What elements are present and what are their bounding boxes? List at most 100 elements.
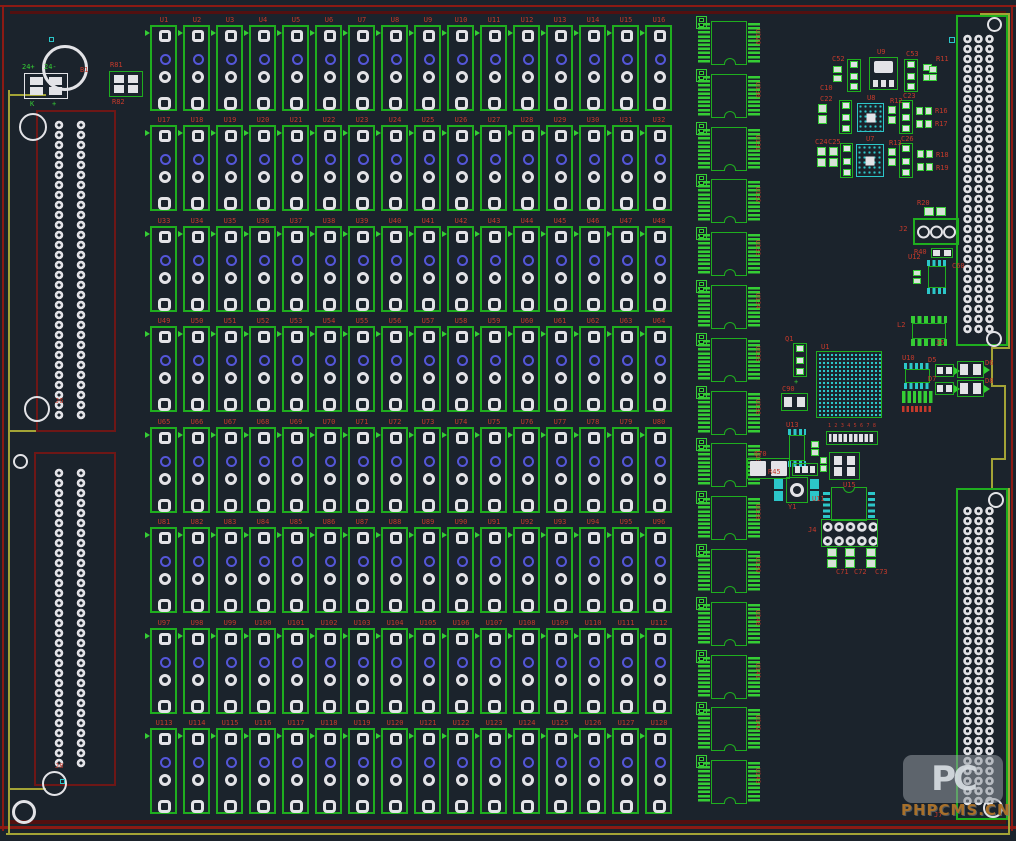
connector-footprint[interactable]: [24, 73, 68, 99]
relay-footprint[interactable]: U59: [480, 326, 507, 412]
relay-footprint[interactable]: U55: [348, 326, 375, 412]
relay-footprint[interactable]: U113: [150, 728, 177, 814]
relay-footprint[interactable]: U32: [645, 125, 672, 211]
relay-footprint[interactable]: U8: [381, 25, 408, 111]
relay-footprint[interactable]: U14: [579, 25, 606, 111]
relay-footprint[interactable]: U54: [315, 326, 342, 412]
relay-footprint[interactable]: U36: [249, 226, 276, 312]
capacitor-footprint[interactable]: [929, 66, 937, 81]
relay-footprint[interactable]: U80: [645, 427, 672, 513]
relay-footprint[interactable]: U109: [546, 628, 573, 714]
transistor-footprint[interactable]: [899, 100, 913, 134]
capacitor-footprint[interactable]: [829, 147, 838, 167]
relay-footprint[interactable]: U31: [612, 125, 639, 211]
relay-footprint[interactable]: U123: [480, 728, 507, 814]
relay-footprint[interactable]: U127: [612, 728, 639, 814]
relay-footprint[interactable]: U119: [348, 728, 375, 814]
soic-ic-footprint[interactable]: U141: [698, 655, 764, 700]
relay-footprint[interactable]: U100: [249, 628, 276, 714]
relay-footprint[interactable]: U45: [546, 226, 573, 312]
relay-footprint[interactable]: U62: [579, 326, 606, 412]
relay-footprint[interactable]: U15: [612, 25, 639, 111]
soic-ic-footprint[interactable]: U131: [698, 127, 764, 172]
pcb-layout-canvas[interactable]: U1U2U3U4U5U6U7U8U9U10U11U12U13U14U15U16U…: [0, 0, 1016, 841]
relay-footprint[interactable]: U91: [480, 527, 507, 613]
soic-ic-footprint[interactable]: U140: [698, 602, 764, 647]
transistor-footprint[interactable]: [904, 59, 918, 92]
relay-footprint[interactable]: U71: [348, 427, 375, 513]
relay-footprint[interactable]: U78: [579, 427, 606, 513]
pin-header-footprint[interactable]: [826, 431, 878, 445]
relay-footprint[interactable]: U44: [513, 226, 540, 312]
soic-ic-footprint[interactable]: [831, 487, 867, 521]
relay-footprint[interactable]: U41: [414, 226, 441, 312]
relay-footprint[interactable]: U22: [315, 125, 342, 211]
relay-footprint[interactable]: U104: [381, 628, 408, 714]
soic-ic-footprint[interactable]: U130: [698, 74, 764, 119]
capacitor-footprint[interactable]: [696, 333, 707, 346]
transistor-footprint[interactable]: [840, 143, 853, 178]
capacitor-footprint[interactable]: [845, 548, 855, 568]
relay-footprint[interactable]: U121: [414, 728, 441, 814]
relay-footprint[interactable]: U53: [282, 326, 309, 412]
capacitor-footprint[interactable]: [827, 548, 837, 568]
resistor-footprint[interactable]: [917, 150, 933, 158]
relay-footprint[interactable]: U11: [480, 25, 507, 111]
relay-footprint[interactable]: U23: [348, 125, 375, 211]
relay-footprint[interactable]: U58: [447, 326, 474, 412]
relay-footprint[interactable]: U29: [546, 125, 573, 211]
capacitor-footprint[interactable]: [696, 702, 707, 715]
soic-ic-footprint[interactable]: U133: [698, 232, 764, 277]
relay-footprint[interactable]: U43: [480, 226, 507, 312]
relay-footprint[interactable]: U88: [381, 527, 408, 613]
capacitor-footprint[interactable]: [866, 548, 876, 568]
diode-footprint[interactable]: [957, 380, 984, 397]
transistor-footprint[interactable]: [793, 343, 807, 377]
resistor-footprint[interactable]: [924, 207, 946, 216]
relay-footprint[interactable]: U93: [546, 527, 573, 613]
relay-footprint[interactable]: U7: [348, 25, 375, 111]
relay-footprint[interactable]: U96: [645, 527, 672, 613]
diode-footprint[interactable]: [935, 364, 954, 377]
relay-footprint[interactable]: U33: [150, 226, 177, 312]
relay-footprint[interactable]: U86: [315, 527, 342, 613]
relay-footprint[interactable]: U120: [381, 728, 408, 814]
relay-footprint[interactable]: U52: [249, 326, 276, 412]
transistor-footprint[interactable]: [839, 100, 852, 134]
capacitor-footprint[interactable]: [696, 650, 707, 663]
relay-footprint[interactable]: U112: [645, 628, 672, 714]
relay-footprint[interactable]: U126: [579, 728, 606, 814]
relay-footprint[interactable]: U61: [546, 326, 573, 412]
relay-footprint[interactable]: U76: [513, 427, 540, 513]
qfn-ic-footprint[interactable]: [856, 144, 884, 177]
relay-footprint[interactable]: U27: [480, 125, 507, 211]
relay-footprint[interactable]: U125: [546, 728, 573, 814]
capacitor-footprint[interactable]: [696, 597, 707, 610]
relay-footprint[interactable]: U101: [282, 628, 309, 714]
relay-footprint[interactable]: U67: [216, 427, 243, 513]
capacitor-footprint[interactable]: [811, 441, 819, 456]
capacitor-footprint[interactable]: [888, 148, 896, 166]
relay-footprint[interactable]: U97: [150, 628, 177, 714]
relay-footprint[interactable]: U74: [447, 427, 474, 513]
soic-ic-footprint[interactable]: U136: [698, 391, 764, 436]
soic-ic-footprint[interactable]: U142: [698, 707, 764, 752]
capacitor-footprint[interactable]: [696, 227, 707, 240]
relay-footprint[interactable]: U49: [150, 326, 177, 412]
relay-footprint[interactable]: U4: [249, 25, 276, 111]
relay-footprint[interactable]: U2: [183, 25, 210, 111]
resistor-footprint[interactable]: [917, 163, 933, 171]
capacitor-footprint[interactable]: [696, 122, 707, 135]
relay-footprint[interactable]: U46: [579, 226, 606, 312]
soic-ic-footprint[interactable]: [925, 260, 949, 294]
relay-footprint[interactable]: U72: [381, 427, 408, 513]
capacitor-footprint[interactable]: [696, 544, 707, 557]
resistor-network-footprint[interactable]: [792, 463, 818, 476]
relay-footprint[interactable]: U114: [183, 728, 210, 814]
soic-ic-footprint[interactable]: U134: [698, 285, 764, 330]
relay-footprint[interactable]: U94: [579, 527, 606, 613]
relay-footprint[interactable]: U66: [183, 427, 210, 513]
test-point[interactable]: [949, 37, 955, 43]
relay-footprint[interactable]: U37: [282, 226, 309, 312]
capacitor-footprint[interactable]: [696, 16, 707, 29]
